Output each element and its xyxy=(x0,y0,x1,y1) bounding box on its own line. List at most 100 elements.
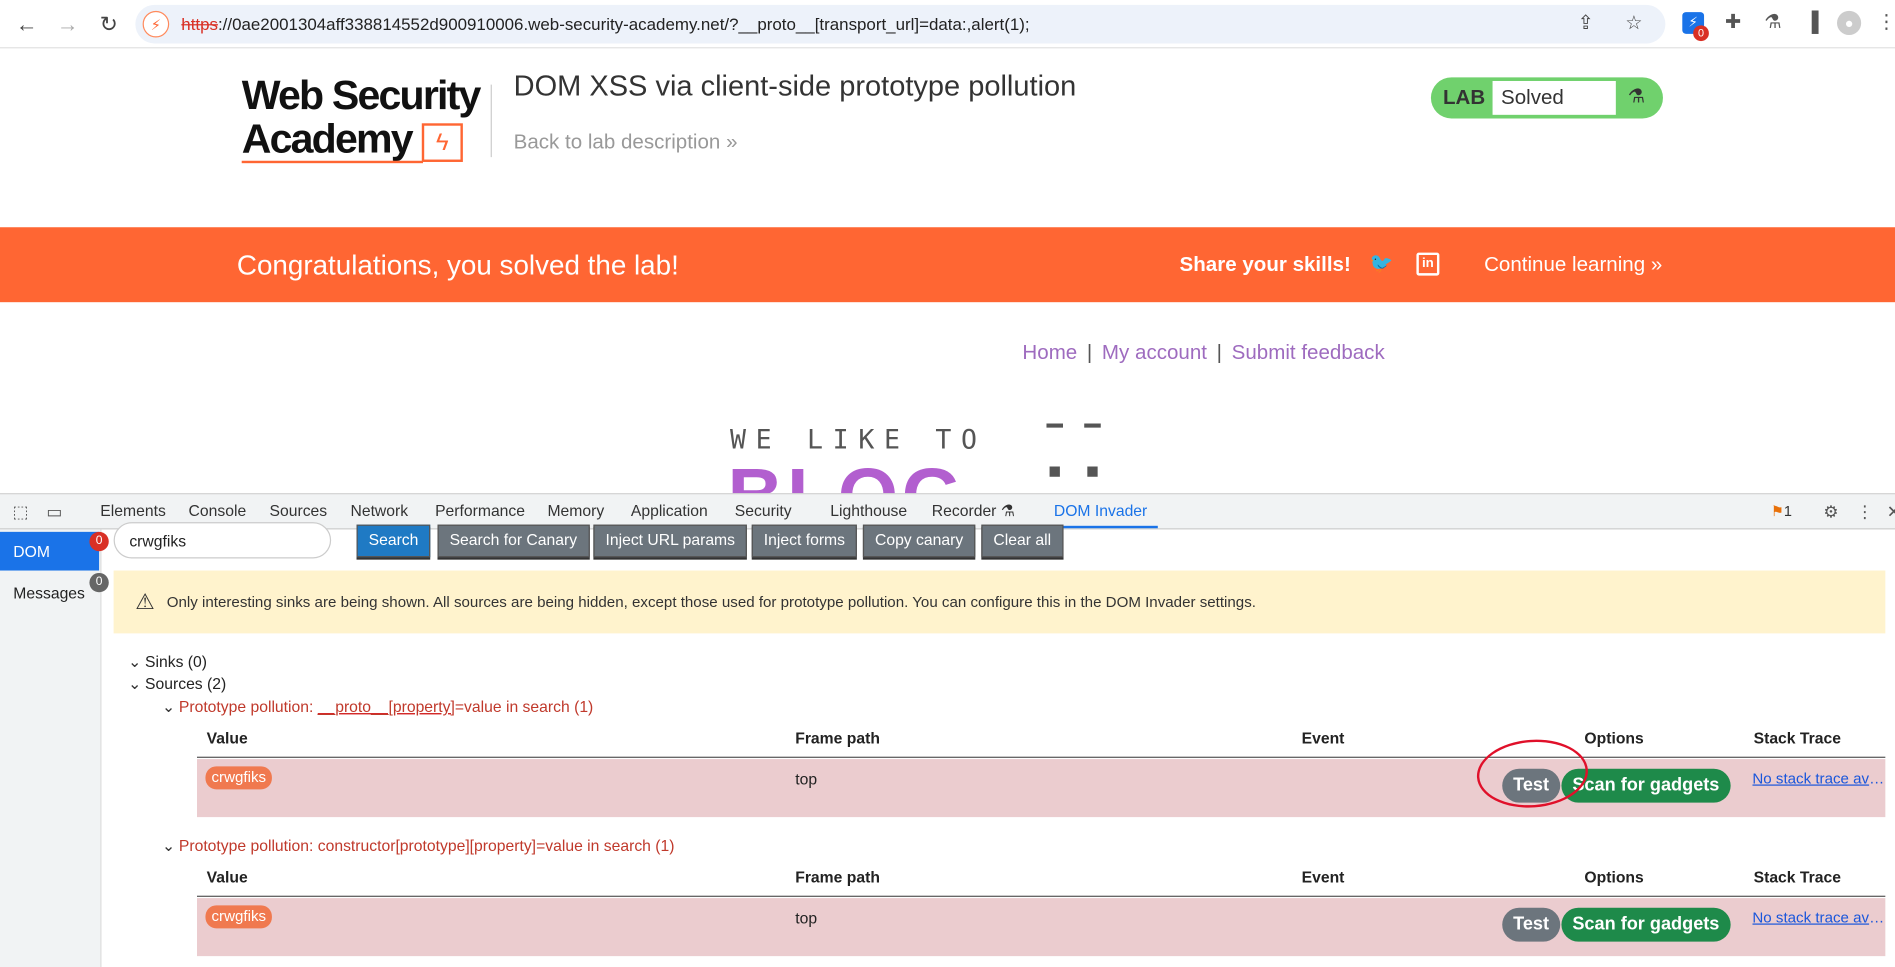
stack-trace-link[interactable]: No stack trace available xyxy=(1752,909,1885,926)
tab-security[interactable]: Security xyxy=(735,502,792,520)
tab-elements[interactable]: Elements xyxy=(100,502,166,520)
frame-path-cell: top xyxy=(795,908,818,928)
messages-count-badge: 0 xyxy=(89,572,109,593)
tree-source-group[interactable]: ⌄ Prototype pollution: constructor[protot… xyxy=(162,836,675,855)
inject-forms-button[interactable]: Inject forms xyxy=(751,524,858,558)
reload-icon[interactable]: ↻ xyxy=(94,10,123,39)
tab-console[interactable]: Console xyxy=(189,502,247,520)
flask-icon[interactable]: ⚗ xyxy=(1760,10,1787,37)
lab-title: DOM XSS via client-side prototype pollut… xyxy=(513,70,1077,103)
blog-eyes-decoration: ▔▔ ▪▪ xyxy=(1046,425,1123,486)
warning-text: Only interesting sinks are being shown. … xyxy=(166,593,1256,611)
inspect-element-icon[interactable]: ⬚ xyxy=(10,500,32,522)
col-stack-header: Stack Trace xyxy=(1753,728,1841,748)
close-icon[interactable]: ✕ xyxy=(1883,500,1895,522)
canary-search-input[interactable]: crwgfiks xyxy=(113,522,332,559)
col-stack-header: Stack Trace xyxy=(1753,867,1841,887)
tree-sources[interactable]: ⌄ Sources (2) xyxy=(128,674,226,693)
stack-trace-link[interactable]: No stack trace available xyxy=(1752,770,1885,787)
lab-status-badge: LAB Solved ⚗ xyxy=(1430,77,1663,119)
nav-separator: | xyxy=(1216,340,1223,364)
col-event-header: Event xyxy=(1301,867,1345,887)
lab-status-text: Solved xyxy=(1492,80,1616,115)
col-frame-header: Frame path xyxy=(795,728,880,748)
test-button[interactable]: Test xyxy=(1502,907,1560,942)
back-arrow-icon[interactable]: ← xyxy=(12,10,41,39)
col-value-header: Value xyxy=(206,867,248,887)
site-info-icon[interactable]: ⚡ xyxy=(142,10,170,38)
table-row: crwgfiks top Test Scan for gadgets No st… xyxy=(196,898,1886,957)
logo-bolt-icon: ϟ xyxy=(421,123,463,162)
share-label: Share your skills! xyxy=(1179,252,1351,276)
url-text[interactable]: https://0ae2001304aff338814552d900910006… xyxy=(181,15,1029,34)
scan-for-gadgets-button[interactable]: Scan for gadgets xyxy=(1561,907,1731,942)
tab-network[interactable]: Network xyxy=(350,502,408,520)
warning-triangle-icon: ⚠ xyxy=(135,589,155,615)
profile-avatar-icon[interactable]: ● xyxy=(1836,10,1862,36)
tab-dom-invader[interactable]: DOM Invader xyxy=(1054,502,1147,520)
tab-sources[interactable]: Sources xyxy=(270,502,328,520)
extensions-puzzle-icon[interactable]: ✚ xyxy=(1720,10,1747,37)
nav-my-account-link[interactable]: My account xyxy=(1102,341,1207,364)
table-divider xyxy=(196,756,1886,758)
tab-memory[interactable]: Memory xyxy=(547,502,604,520)
banner-title: Congratulations, you solved the lab! xyxy=(236,249,679,281)
back-to-description-link[interactable]: Back to lab description » xyxy=(514,131,738,155)
share-icon[interactable]: ⇪ xyxy=(1574,12,1598,36)
chevron-down-icon: ⌄ xyxy=(161,836,176,855)
bookmark-star-icon[interactable]: ☆ xyxy=(1622,12,1646,36)
logo-text-line2[interactable]: Academy xyxy=(242,116,414,163)
more-menu-icon[interactable]: ⋮ xyxy=(1873,10,1895,37)
flask-icon: ⚗ xyxy=(1627,87,1646,108)
browser-toolbar: ← → ↻ ⚡ https://0ae2001304aff338814552d9… xyxy=(0,0,1895,49)
nav-home-link[interactable]: Home xyxy=(1022,341,1077,364)
value-pill: crwgfiks xyxy=(205,905,273,929)
lab-tag: LAB xyxy=(1443,85,1486,109)
logo-underline xyxy=(241,160,423,164)
sidebar-item-dom[interactable]: DOM xyxy=(0,531,100,571)
tab-application[interactable]: Application xyxy=(631,502,708,520)
col-options-header: Options xyxy=(1584,867,1644,887)
search-for-canary-button[interactable]: Search for Canary xyxy=(437,524,590,558)
tab-recorder[interactable]: Recorder ⚗ xyxy=(932,502,1015,521)
chevron-down-icon: ⌄ xyxy=(161,697,176,716)
extension-badge: 0 xyxy=(1693,25,1709,42)
chevron-right-icon: » xyxy=(1650,252,1663,276)
tab-performance[interactable]: Performance xyxy=(435,502,525,520)
address-bar[interactable]: ⚡ https://0ae2001304aff338814552d9009100… xyxy=(135,4,1666,44)
side-panel-icon[interactable]: ▐ xyxy=(1798,10,1825,37)
chevron-right-icon: » xyxy=(726,130,738,154)
chevron-down-icon: ⌄ xyxy=(128,652,142,671)
tree-source-group[interactable]: ⌄ Prototype pollution: __proto__[property… xyxy=(162,697,593,716)
continue-learning-link[interactable]: Continue learning » xyxy=(1484,253,1662,277)
nav-separator: | xyxy=(1086,340,1093,364)
dom-count-badge: 0 xyxy=(89,531,109,552)
table-divider xyxy=(196,895,1886,897)
inject-url-params-button[interactable]: Inject URL params xyxy=(593,524,748,558)
header-divider xyxy=(490,84,492,158)
nav-feedback-link[interactable]: Submit feedback xyxy=(1232,341,1385,364)
issues-counter[interactable]: ⚑1 xyxy=(1767,500,1796,522)
more-options-icon[interactable]: ⋮ xyxy=(1854,500,1876,522)
forward-arrow-icon[interactable]: → xyxy=(53,10,82,39)
copy-canary-button[interactable]: Copy canary xyxy=(862,524,976,558)
col-event-header: Event xyxy=(1301,728,1345,748)
logo-text-line1[interactable]: Web Security xyxy=(242,73,482,120)
settings-warning: ⚠ Only interesting sinks are being shown… xyxy=(113,570,1886,634)
clear-all-button[interactable]: Clear all xyxy=(981,524,1064,558)
tab-lighthouse[interactable]: Lighthouse xyxy=(830,502,907,520)
col-frame-header: Frame path xyxy=(795,867,880,887)
site-nav: Home | My account | Submit feedback xyxy=(1022,341,1384,365)
sidebar-item-messages[interactable]: Messages xyxy=(0,573,99,612)
search-button[interactable]: Search xyxy=(356,524,431,558)
col-value-header: Value xyxy=(206,728,248,748)
settings-gear-icon[interactable]: ⚙ xyxy=(1820,500,1842,522)
chevron-down-icon: ⌄ xyxy=(128,674,142,693)
device-toolbar-icon[interactable]: ▭ xyxy=(44,500,66,522)
solved-banner: Congratulations, you solved the lab! Sha… xyxy=(0,227,1895,303)
linkedin-icon[interactable]: in xyxy=(1416,252,1440,276)
tree-sinks[interactable]: ⌄ Sinks (0) xyxy=(128,653,207,672)
twitter-icon[interactable]: 🐦 xyxy=(1368,251,1395,278)
invader-sidebar: DOM 0 Messages 0 xyxy=(0,529,109,967)
flask-icon: ⚗ xyxy=(1000,501,1015,520)
